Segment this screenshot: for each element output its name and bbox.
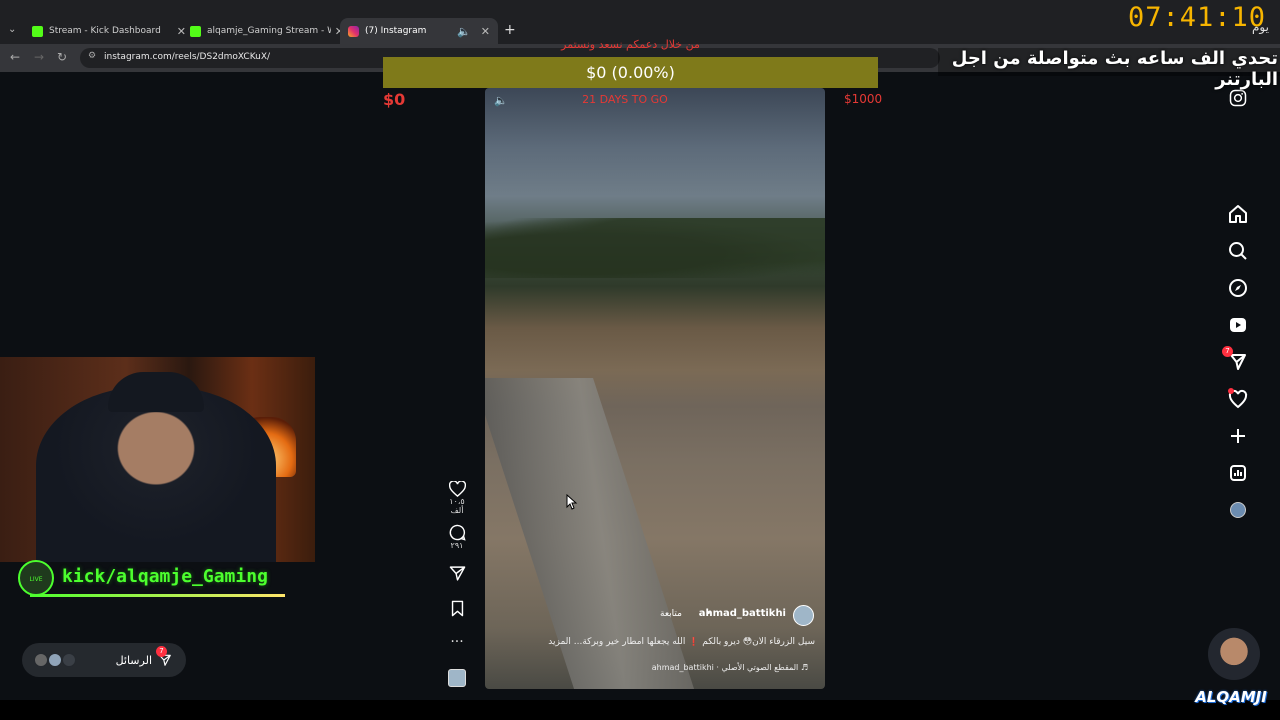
separator-dot: •	[706, 609, 712, 619]
messages-badge: 7	[1222, 346, 1233, 357]
streamer-logo-image	[1208, 628, 1260, 680]
messages-pill[interactable]: الرسائل 7	[22, 643, 186, 677]
messages-label: الرسائل	[115, 653, 152, 667]
stream-timer: 07:41:10	[1128, 2, 1267, 33]
reels-icon	[1230, 318, 1246, 332]
webcam-feed	[0, 357, 315, 562]
kick-icon	[32, 25, 43, 37]
tab-title: (7) Instagram	[365, 26, 427, 36]
chart-icon	[1230, 465, 1246, 481]
nav-create[interactable]	[1226, 424, 1250, 448]
bookmark-icon	[451, 600, 463, 617]
goal-max: $1000	[844, 92, 883, 106]
tab-title: Stream - Kick Dashboard	[49, 26, 161, 36]
speaker-icon[interactable]: 🔈	[457, 25, 471, 38]
follow-button[interactable]: متابعة	[660, 609, 682, 619]
reel-caption[interactable]: سيل الزرقاء الآن😳 ديرو بالكم ❗ الله يجعل…	[520, 637, 815, 647]
comment-count: ٢٩١	[450, 541, 464, 550]
tab-title: alqamje_Gaming Stream - Wat	[207, 26, 331, 36]
reel-video[interactable]	[485, 88, 825, 689]
goal-days: 21 DAYS TO GO	[582, 93, 668, 106]
message-avatars	[34, 653, 80, 667]
nav-search[interactable]	[1226, 239, 1250, 263]
nav-messages[interactable]: 7	[1222, 346, 1250, 374]
home-icon	[1229, 205, 1247, 223]
messages-badge: 7	[156, 646, 167, 657]
streamer	[36, 387, 276, 562]
plus-icon	[1231, 429, 1245, 443]
kick-handle: kick/alqamje_Gaming	[62, 566, 268, 587]
more-options-icon[interactable]: ···	[443, 634, 471, 650]
share-button[interactable]	[443, 565, 471, 582]
avatar	[62, 653, 76, 667]
url-text: instagram.com/reels/DS2dmoXCKuX/	[104, 52, 271, 62]
mouse-cursor-icon	[566, 494, 578, 510]
kick-icon	[190, 25, 201, 37]
new-tab-button[interactable]: +	[504, 22, 516, 38]
notification-dot	[1228, 388, 1234, 394]
search-icon	[1229, 242, 1247, 260]
timer-label: يوم	[1252, 20, 1269, 34]
kick-live-badge: LIVE	[18, 560, 54, 596]
heart-icon	[448, 481, 466, 497]
instagram-icon[interactable]	[1229, 89, 1247, 107]
donation-goal-bar: $0 (0.00%)	[383, 57, 878, 88]
kick-sparkle-line	[30, 594, 285, 597]
nav-home[interactable]	[1226, 202, 1250, 226]
nav-explore[interactable]	[1226, 276, 1250, 300]
reload-icon[interactable]: ↻	[57, 50, 67, 64]
save-button[interactable]	[443, 600, 471, 617]
back-icon[interactable]: ←	[10, 50, 20, 64]
tab-kick-stream[interactable]: alqamje_Gaming Stream - Wat ✕	[182, 18, 352, 44]
compass-icon	[1229, 279, 1247, 297]
comment-button[interactable]: ٢٩١	[443, 524, 471, 550]
like-button[interactable]: ١٠،٥ ألف	[443, 481, 471, 515]
profile-avatar[interactable]	[1230, 502, 1246, 518]
avatar	[48, 653, 62, 667]
author-username[interactable]: ahmad_battikhi	[586, 608, 786, 619]
author-avatar[interactable]	[793, 605, 814, 626]
video-trees	[485, 218, 825, 278]
bottom-strip	[0, 700, 1280, 720]
like-count: ١٠،٥ ألف	[449, 497, 465, 515]
close-tab-icon[interactable]: ✕	[481, 25, 490, 38]
site-info-icon[interactable]: ⚙	[88, 51, 96, 61]
comment-icon	[449, 524, 466, 541]
goal-min: $0	[383, 90, 406, 109]
forward-icon[interactable]: →	[34, 50, 44, 64]
reel-audio[interactable]: ahmad_battikhi · المقطع الصوتي الأصلي ♬	[560, 663, 808, 672]
goal-amount: $0 (0.00%)	[586, 63, 675, 82]
tab-kick-dashboard[interactable]: Stream - Kick Dashboard ✕	[24, 18, 194, 44]
audio-thumbnail[interactable]	[448, 669, 466, 687]
avatar	[34, 653, 48, 667]
nav-reels[interactable]	[1226, 313, 1250, 337]
nav-dashboard[interactable]	[1226, 461, 1250, 485]
streamer-brand: ALQAMJI	[1195, 688, 1267, 706]
challenge-banner: تحدي الف ساعه بث متواصلة من اجل البارتنر	[938, 48, 1280, 90]
goal-subtitle: من خلال دعمكم نسعد ونستمر	[561, 38, 700, 51]
direct-message-icon: 7	[156, 646, 174, 667]
volume-icon[interactable]: 🔈	[494, 94, 510, 108]
instagram-icon	[348, 25, 359, 37]
tab-search-button[interactable]: ⌄	[8, 24, 16, 35]
nav-notifications[interactable]	[1226, 387, 1250, 411]
share-icon	[449, 566, 465, 581]
streamer-cap	[108, 372, 204, 412]
